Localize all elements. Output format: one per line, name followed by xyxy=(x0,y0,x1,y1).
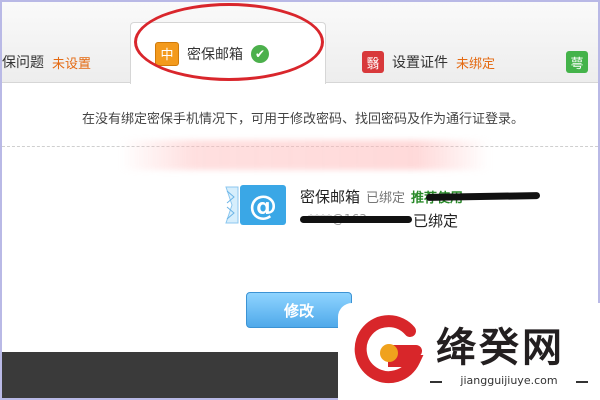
redaction-bar xyxy=(300,216,412,223)
email-envelope-icon: @ xyxy=(225,185,286,225)
watermark-url: jiangguijiuye.com xyxy=(430,374,588,387)
email-status: 已绑定 xyxy=(413,212,459,230)
modify-button[interactable]: 修改 xyxy=(246,292,352,328)
more-badge-icon: 萼 xyxy=(566,51,588,73)
tab-status: 未绑定 xyxy=(456,56,496,72)
watermark-logo-icon xyxy=(354,315,424,384)
email-title: 密保邮箱 xyxy=(300,188,361,206)
tab-status: 未设置 xyxy=(52,56,92,72)
tab-security-question[interactable]: 保问题 未设置 xyxy=(2,40,91,84)
tab-more[interactable]: 萼 xyxy=(566,40,596,84)
tab-label: 设置证件 xyxy=(392,55,448,71)
email-description: 在没有绑定密保手机情况下，可用于修改密码、找回密码及作为通行证登录。 xyxy=(82,112,525,127)
email-bound-label: 已绑定 xyxy=(366,191,406,206)
tab-label: 保问题 xyxy=(2,55,44,71)
id-badge-icon: 翳 xyxy=(362,51,384,73)
red-highlight-circle xyxy=(134,3,324,81)
email-address-line: ****@163.com 已绑定 xyxy=(300,210,470,232)
svg-text:@: @ xyxy=(249,189,277,222)
tab-id-card[interactable]: 翳 设置证件 未绑定 xyxy=(362,40,495,84)
watermark: 绛癸网 jiangguijiuye.com xyxy=(338,303,600,400)
blurred-notice xyxy=(120,140,490,170)
watermark-name: 绛癸网 xyxy=(436,325,565,371)
